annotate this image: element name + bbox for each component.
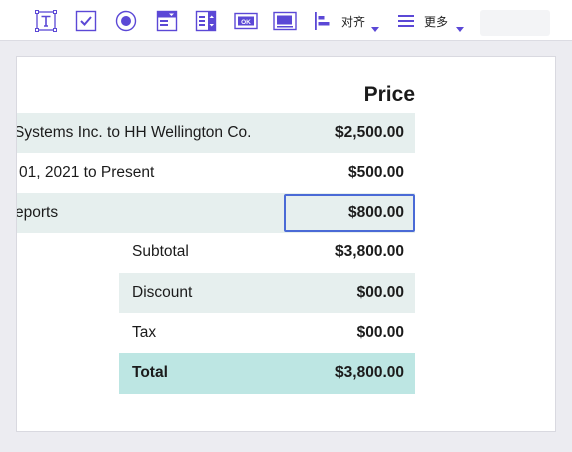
menu-icon[interactable] <box>396 8 416 34</box>
more-label[interactable]: 更多 <box>424 13 448 30</box>
button-tool-icon[interactable]: OK <box>234 8 258 34</box>
align-chevron-down-icon[interactable] <box>371 27 379 33</box>
align-icon[interactable] <box>313 8 333 34</box>
toolbar: OK 对齐 更多 <box>0 0 572 41</box>
toolbar-blank-field[interactable] <box>480 10 550 36</box>
subtotal-label: Subtotal <box>132 243 189 260</box>
tax-value[interactable]: $00.00 <box>277 324 404 342</box>
row-price[interactable]: $800.00 <box>277 204 404 222</box>
align-label[interactable]: 对齐 <box>341 13 365 30</box>
row-description: Systems Inc. to HH Wellington Co. <box>16 124 252 141</box>
discount-label: Discount <box>132 284 193 301</box>
discount-value[interactable]: $00.00 <box>277 284 404 302</box>
price-column-header: Price <box>363 83 415 106</box>
total-label: Total <box>132 364 168 381</box>
row-price[interactable]: $500.00 <box>277 164 404 182</box>
list-box-tool-icon[interactable] <box>194 8 218 34</box>
checkbox-tool-icon[interactable] <box>74 8 98 34</box>
more-chevron-down-icon[interactable] <box>456 27 464 33</box>
dropdown-tool-icon[interactable] <box>155 8 179 34</box>
row-price[interactable]: $2,500.00 <box>277 124 404 142</box>
subtotal-value[interactable]: $3,800.00 <box>277 243 404 261</box>
svg-text:OK: OK <box>241 19 251 26</box>
total-value[interactable]: $3,800.00 <box>277 364 404 382</box>
radio-button-tool-icon[interactable] <box>114 8 138 34</box>
text-field-tool-icon[interactable] <box>34 8 58 34</box>
row-description: 01, 2021 to Present <box>19 164 155 181</box>
document-page: Price Systems Inc. to HH Wellington Co. … <box>16 56 556 432</box>
row-description: eports <box>16 204 59 221</box>
image-field-tool-icon[interactable] <box>273 8 297 34</box>
tax-label: Tax <box>132 324 157 341</box>
